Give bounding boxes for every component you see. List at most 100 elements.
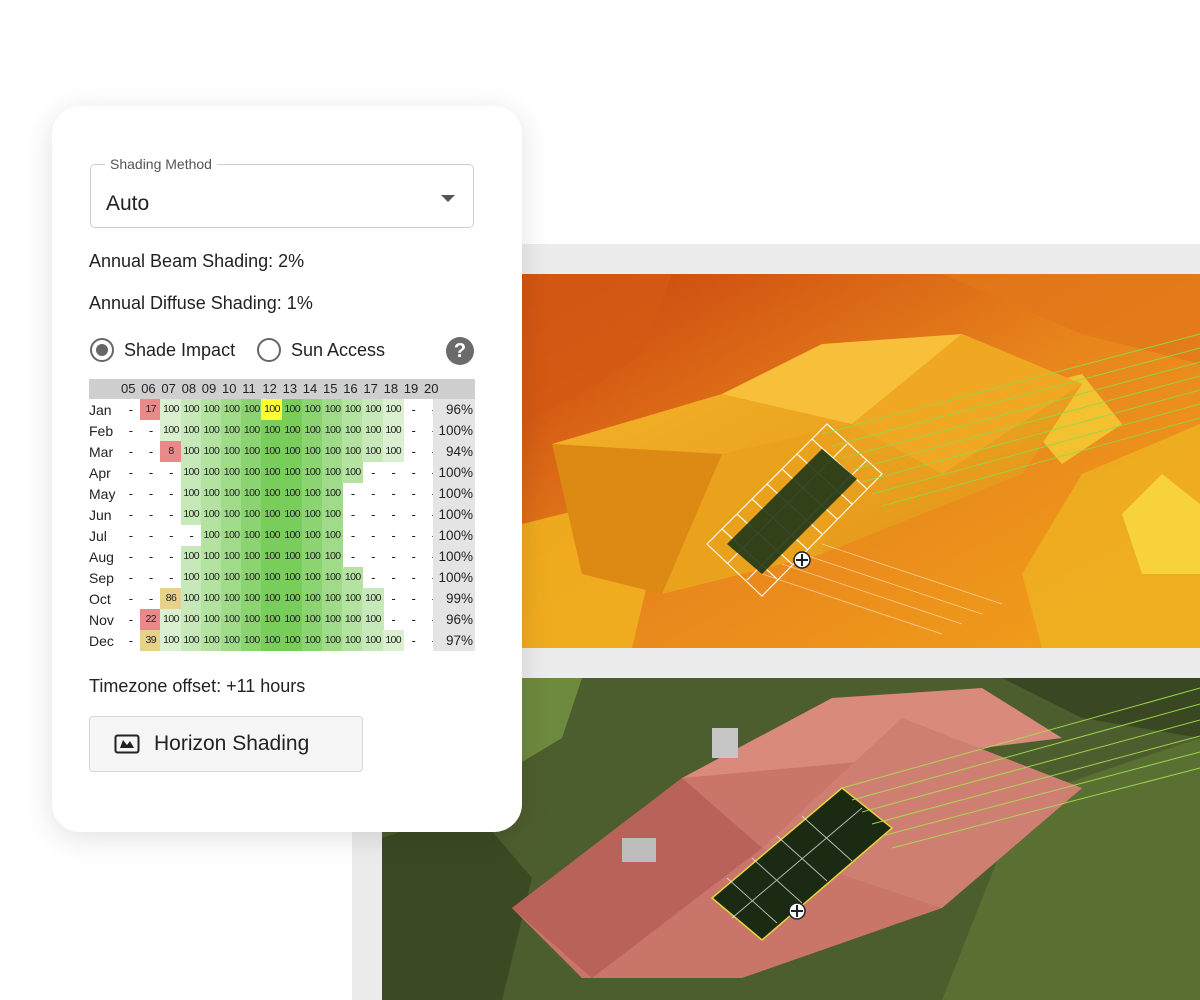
monthly-shade-table: 05 06 07 08 09 10 11 12 13 14 15 16 17 18 19 20 Jan - 17 1… <box>89 379 475 651</box>
table-cell: 100 <box>362 399 384 420</box>
hour-header-08: 08 <box>181 381 197 396</box>
hour-header-19: 19 <box>403 381 419 396</box>
table-cell: 100 <box>261 483 283 504</box>
table-cell: 100 <box>241 483 263 504</box>
table-cell: 39 <box>140 630 162 651</box>
month-label: Nov <box>89 612 114 628</box>
table-cell: - <box>391 528 396 543</box>
table-cell: - <box>371 549 375 564</box>
table-row: Nov -22 100 100 100 100 100 100 100 100 100 100 100-… <box>89 609 475 630</box>
table-cell: 100 <box>221 525 243 546</box>
table-cell: 100 <box>180 588 202 609</box>
month-total: 100% <box>433 483 475 504</box>
shade-heatmap-3d-view[interactable] <box>522 274 1200 648</box>
table-cell: 100 <box>342 441 364 462</box>
dropdown-arrow-icon[interactable] <box>441 195 455 202</box>
table-cell: 100 <box>322 525 344 546</box>
month-label: Aug <box>89 549 114 565</box>
month-label: Jul <box>89 528 107 544</box>
table-cell: 100 <box>281 462 303 483</box>
table-cell: 100 <box>221 630 243 651</box>
month-total-value: 97% <box>445 633 473 648</box>
table-cell: - <box>371 486 375 501</box>
table-cell: 100 <box>281 567 303 588</box>
table-cell: 100 <box>322 567 344 588</box>
month-total-value: 100% <box>438 423 473 438</box>
table-cell: 100 <box>241 525 263 546</box>
table-row: Sep---100100100100100100100100100----100… <box>89 567 475 588</box>
table-cell: 100 <box>281 588 303 609</box>
table-cell: 100 <box>241 462 263 483</box>
month-label: Apr <box>89 465 111 481</box>
table-cell: 100 <box>241 546 263 567</box>
table-cell: - <box>411 507 416 522</box>
table-cell: 100 <box>261 420 283 441</box>
month-total-value: 94% <box>445 444 473 459</box>
table-cell: - <box>148 444 153 459</box>
table-cell: 100 <box>322 546 344 567</box>
month-label: Jun <box>89 507 112 523</box>
table-cell: 100 <box>200 546 222 567</box>
table-row: Jul----100100100100100100100-----100% <box>89 525 475 546</box>
horizon-shading-button[interactable]: Horizon Shading <box>89 716 363 772</box>
radio-sun-access[interactable]: Sun Access <box>257 338 385 362</box>
table-row: Apr---100100100100100100100100100----100… <box>89 462 475 483</box>
table-cell: - <box>128 402 133 417</box>
timezone-offset: Timezone offset: +11 hours <box>89 676 306 696</box>
hour-header-row: 05 06 07 08 09 10 11 12 13 14 15 16 17 18 19 20 <box>89 379 475 399</box>
hour-header-13: 13 <box>282 381 298 396</box>
table-cell: 100 <box>180 420 202 441</box>
table-cell: - <box>411 612 416 627</box>
table-cell: 100 <box>180 567 202 588</box>
table-cell: 100 <box>322 588 344 609</box>
table-cell: - <box>128 549 133 564</box>
table-cell: 100 <box>382 399 404 420</box>
table-cell: - <box>411 423 416 438</box>
table-cell: 100 <box>221 504 243 525</box>
hour-header-16: 16 <box>343 381 358 396</box>
table-cell: 100 <box>180 399 202 420</box>
table-cell: 100 <box>200 462 222 483</box>
monthly-shade-rows: Jan -17 100 100 100 100 100 100 100 100 100 100 100 1… <box>89 399 475 651</box>
table-cell: 100 <box>200 399 222 420</box>
table-cell: 100 <box>180 483 202 504</box>
radio-shade-impact[interactable]: Shade Impact <box>90 338 235 362</box>
table-cell: 100 <box>301 525 323 546</box>
table-cell: 100 <box>221 588 243 609</box>
table-cell: 100 <box>362 588 384 609</box>
month-total: 96% <box>433 399 475 420</box>
table-cell: 100 <box>322 504 344 525</box>
table-cell: - <box>391 612 396 627</box>
table-cell: - <box>169 465 173 480</box>
table-cell: - <box>411 528 416 543</box>
table-cell: - <box>128 612 133 627</box>
table-cell: - <box>169 549 173 564</box>
table-cell: - <box>371 507 375 522</box>
table-cell: 100 <box>322 420 344 441</box>
month-total: 100% <box>433 504 475 525</box>
table-cell: 100 <box>281 483 303 504</box>
table-cell: 100 <box>281 630 303 651</box>
table-cell: 100 <box>362 630 384 651</box>
table-cell: 100 <box>362 420 384 441</box>
table-cell: 100 <box>200 420 222 441</box>
table-cell: 17 <box>140 399 162 420</box>
table-cell: - <box>371 528 375 543</box>
table-cell: 100 <box>180 630 202 651</box>
table-cell: 100 <box>261 462 283 483</box>
shading-method-select[interactable]: Shading Method Auto <box>90 156 474 228</box>
table-cell: - <box>411 633 416 648</box>
table-cell: 100 <box>200 630 222 651</box>
radio-unchecked-icon[interactable] <box>257 338 281 362</box>
table-cell: 100 <box>261 546 283 567</box>
table-cell: - <box>371 465 375 480</box>
table-cell: 100 <box>301 441 323 462</box>
table-cell: 100 <box>322 483 344 504</box>
month-total-value: 96% <box>445 402 473 417</box>
radio-checked-icon[interactable] <box>90 338 114 362</box>
table-cell: 100 <box>221 546 243 567</box>
table-cell: 100 <box>160 420 182 441</box>
help-icon[interactable]: ? <box>446 337 474 365</box>
table-cell: 100 <box>180 546 202 567</box>
month-total: 99% <box>433 588 475 609</box>
